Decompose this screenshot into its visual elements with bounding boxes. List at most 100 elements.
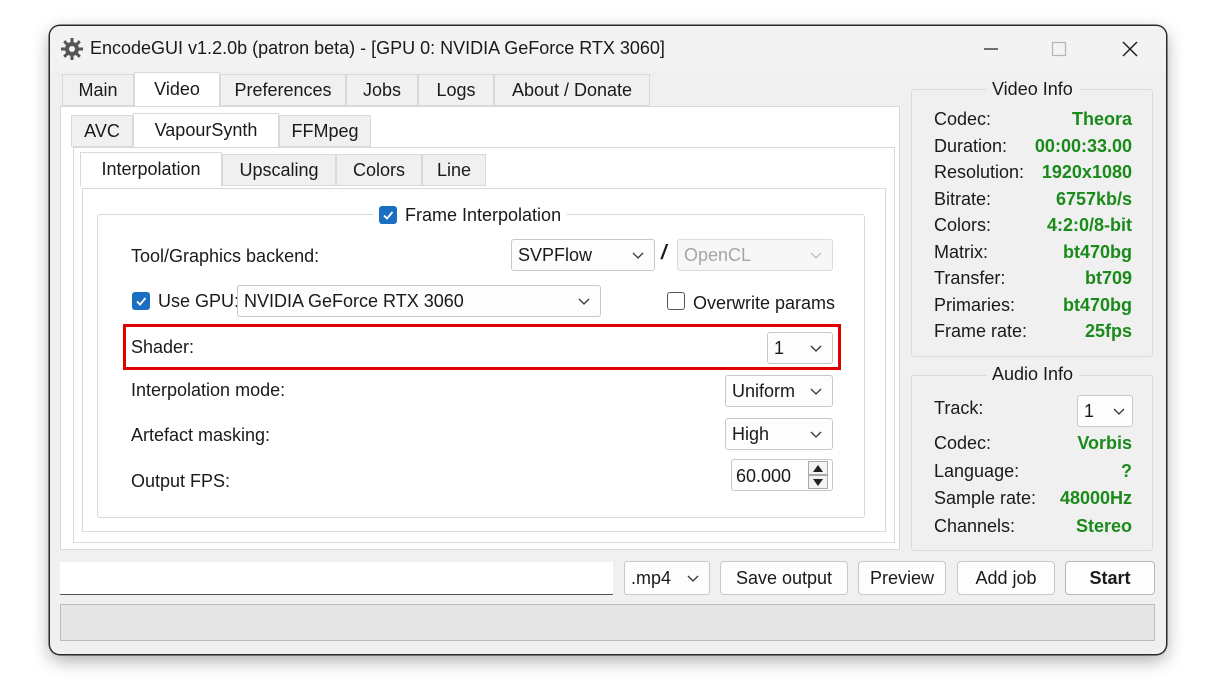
audio-info-row: Sample rate: 48000Hz [934, 488, 1132, 512]
gpu-select[interactable]: NVIDIA GeForce RTX 3060 [237, 285, 601, 317]
output-fps-spinbox[interactable]: 60.000 [731, 459, 833, 491]
tab-avc[interactable]: AVC [71, 115, 133, 147]
minimize-button[interactable] [968, 34, 1014, 64]
tab-preferences[interactable]: Preferences [220, 74, 346, 106]
video-info-value: Theora [1071, 109, 1132, 129]
video-info-value: 6757kb/s [1055, 188, 1132, 209]
interpolation-mode-label: Interpolation mode: [131, 380, 286, 400]
chevron-down-icon [810, 388, 822, 395]
container-select-value: .mp4 [631, 567, 672, 588]
interpolation-mode-value: Uniform [732, 380, 796, 401]
gpu-select-value: NVIDIA GeForce RTX 3060 [244, 290, 464, 311]
start-button[interactable]: Start [1065, 561, 1155, 595]
triangle-up-icon [813, 464, 823, 472]
use-gpu-checkbox[interactable] [132, 292, 150, 310]
video-info-row: Codec: Theora [934, 109, 1132, 133]
app-window: EncodeGUI v1.2.0b (patron beta) - [GPU 0… [50, 26, 1166, 654]
preview-button[interactable]: Preview [858, 561, 946, 595]
track-select[interactable]: 1 [1077, 395, 1133, 427]
tab-main[interactable]: Main [62, 74, 134, 106]
video-info-row: Bitrate: 6757kb/s [934, 189, 1132, 213]
backend-select-value: SVPFlow [518, 244, 593, 265]
chevron-down-icon [810, 431, 822, 438]
video-info-key: Duration: [934, 135, 1008, 156]
tab-colors[interactable]: Colors [336, 154, 422, 186]
video-subtab-strip: AVC VapourSynth FFMpeg [71, 113, 471, 149]
title-bar: EncodeGUI v1.2.0b (patron beta) - [GPU 0… [50, 26, 1166, 72]
interpolation-pane: Frame Interpolation Tool/Graphics backen… [82, 188, 886, 532]
audio-info-key: Sample rate: [934, 488, 1037, 508]
interpolation-mode-select[interactable]: Uniform [725, 375, 833, 407]
output-fps-label: Output FPS: [131, 471, 231, 491]
video-info-value: 1920x1080 [1041, 162, 1132, 182]
tab-logs[interactable]: Logs [418, 74, 494, 106]
track-label: Track: [934, 398, 984, 418]
video-info-key: Matrix: [934, 241, 988, 262]
tab-line[interactable]: Line [422, 154, 486, 186]
video-info-row: Transfer: bt709 [934, 268, 1132, 292]
video-info-row: Matrix: bt470bg [934, 242, 1132, 266]
video-info-title: Video Info [986, 79, 1079, 100]
chevron-down-icon [687, 575, 699, 582]
audio-info-title: Audio Info [986, 364, 1080, 385]
frame-interpolation-checkbox[interactable] [379, 206, 397, 224]
artefact-masking-label: Artefact masking: [131, 425, 271, 445]
tab-vapoursynth[interactable]: VapourSynth [133, 113, 279, 147]
video-info-value: 4:2:0/8-bit [1046, 215, 1132, 235]
tab-interpolation[interactable]: Interpolation [80, 152, 222, 186]
tab-video[interactable]: Video [134, 72, 220, 106]
use-gpu-label: Use GPU: [158, 291, 240, 311]
frame-interpolation-label: Frame Interpolation [405, 204, 562, 225]
video-info-value: bt470bg [1062, 241, 1132, 262]
tab-upscaling[interactable]: Upscaling [222, 154, 336, 186]
track-select-value: 1 [1084, 400, 1095, 421]
artefact-masking-select[interactable]: High [725, 418, 833, 450]
save-output-button[interactable]: Save output [720, 561, 848, 595]
overwrite-params-checkbox[interactable] [667, 292, 685, 310]
tab-about-donate[interactable]: About / Donate [494, 74, 650, 106]
output-fps-value[interactable]: 60.000 [736, 466, 791, 487]
frame-interpolation-toggle[interactable]: Frame Interpolation [373, 203, 568, 227]
video-info-row: Duration: 00:00:33.00 [934, 136, 1132, 160]
backend-select[interactable]: SVPFlow [511, 239, 655, 271]
video-info-key: Codec: [934, 109, 992, 129]
vs-subtab-strip: Interpolation Upscaling Colors Line [80, 152, 500, 188]
audio-info-row: Codec: Vorbis [934, 433, 1132, 457]
video-info-value: bt470bg [1062, 294, 1132, 315]
container-select[interactable]: .mp4 [624, 561, 710, 595]
video-info-row: Colors: 4:2:0/8-bit [934, 215, 1132, 239]
backend-api-value: OpenCL [684, 244, 752, 265]
chevron-down-icon [632, 252, 644, 259]
close-button[interactable] [1107, 34, 1153, 64]
tab-ffmpeg[interactable]: FFMpeg [279, 115, 371, 147]
spin-up-button[interactable] [808, 461, 828, 475]
video-info-key: Transfer: [934, 268, 1006, 288]
video-info-row: Primaries: bt470bg [934, 295, 1132, 319]
backend-separator: / [661, 242, 667, 264]
gear-icon [60, 37, 84, 61]
maximize-button[interactable] [1036, 34, 1082, 64]
vapoursynth-pane: Interpolation Upscaling Colors Line Fram… [73, 147, 895, 543]
shader-label: Shader: [131, 337, 195, 357]
audio-info-key: Codec: [934, 433, 992, 453]
spin-down-button[interactable] [808, 475, 828, 489]
artefact-masking-value: High [732, 423, 770, 444]
chevron-down-icon [578, 298, 590, 305]
audio-info-row: Channels: Stereo [934, 516, 1132, 540]
video-info-key: Resolution: [934, 162, 1025, 182]
backend-api-select: OpenCL [677, 239, 833, 271]
video-info-key: Colors: [934, 215, 992, 235]
video-tab-pane: AVC VapourSynth FFMpeg Interpolation Ups… [60, 106, 900, 550]
chevron-down-icon [810, 345, 822, 352]
tab-jobs[interactable]: Jobs [346, 74, 418, 106]
output-path-input[interactable] [60, 562, 613, 595]
audio-info-value: ? [1121, 460, 1132, 481]
video-info-key: Frame rate: [934, 321, 1028, 341]
chevron-down-icon [1113, 408, 1125, 415]
main-tab-strip: Main Video Preferences Jobs Logs About /… [62, 72, 902, 108]
audio-info-key: Language: [934, 460, 1020, 481]
overwrite-params-label: Overwrite params [693, 293, 836, 313]
shader-select[interactable]: 1 [767, 332, 833, 364]
add-job-button[interactable]: Add job [957, 561, 1055, 595]
video-info-row: Resolution: 1920x1080 [934, 162, 1132, 186]
